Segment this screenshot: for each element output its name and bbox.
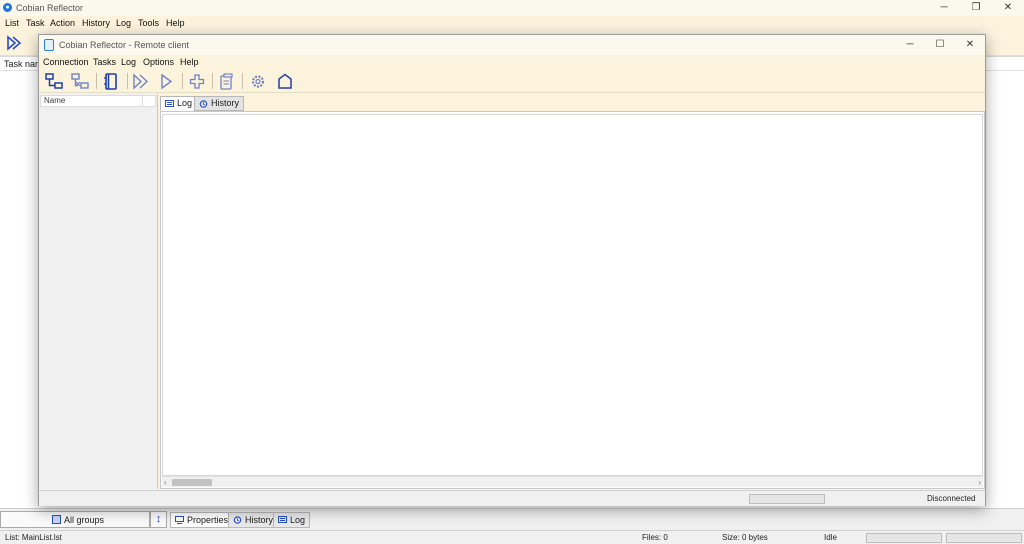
menu-connection[interactable]: Connection (43, 56, 89, 68)
remote-client-window: Cobian Reflector - Remote client ─ ☐ ✕ C… (38, 34, 986, 506)
scroll-right-icon[interactable]: › (978, 477, 981, 488)
connection-status: Disconnected (927, 494, 976, 503)
remote-task-list[interactable]: Name (39, 94, 158, 489)
tab-properties[interactable]: Properties (170, 512, 234, 528)
remote-app-icon (44, 39, 54, 51)
run-all-icon[interactable] (6, 35, 22, 51)
history-icon (199, 100, 208, 108)
menu-options[interactable]: Options (143, 56, 174, 68)
menu-history[interactable]: History (82, 17, 110, 29)
horizontal-scrollbar[interactable]: ‹ › (162, 476, 983, 487)
groups-selector[interactable]: All groups (0, 511, 150, 528)
groups-label: All groups (64, 515, 105, 525)
log-book-icon[interactable] (102, 73, 120, 90)
status-files: Files: 0 (642, 533, 668, 542)
menu-remote-log[interactable]: Log (121, 56, 136, 68)
tab-remote-history-label: History (211, 98, 240, 108)
log-icon (278, 516, 287, 523)
run-all-icon[interactable] (132, 73, 150, 90)
tab-properties-label: Properties (187, 515, 229, 525)
remote-tabs: Log History (160, 94, 985, 111)
clipboard-icon[interactable] (218, 73, 236, 90)
scrollbar-thumb[interactable] (172, 479, 212, 486)
menu-task[interactable]: Task (26, 17, 45, 29)
name-column-header[interactable]: Name (40, 95, 143, 107)
tab-history-label: History (245, 515, 274, 525)
toolbar-separator (212, 73, 213, 89)
menu-log[interactable]: Log (116, 17, 131, 29)
remote-minimize-button[interactable]: ─ (895, 37, 925, 53)
minimize-button[interactable]: ─ (928, 0, 960, 16)
add-task-icon[interactable] (188, 73, 206, 90)
remote-log-panel: ‹ › (160, 111, 985, 489)
status-gauge-2 (946, 533, 1022, 543)
tab-log-label: Log (290, 515, 306, 525)
menu-tools[interactable]: Tools (138, 17, 159, 29)
log-icon (165, 100, 174, 107)
menu-action[interactable]: Action (50, 17, 75, 29)
remote-maximize-button[interactable]: ☐ (925, 37, 955, 53)
remote-statusbar: Disconnected (39, 490, 985, 506)
main-bottom-bar: All groups ↕ Properties History Log (0, 508, 1024, 530)
tab-remote-history[interactable]: History (194, 96, 245, 111)
disconnect-icon[interactable] (71, 73, 89, 90)
toolbar-separator (96, 73, 97, 89)
groups-icon (52, 515, 61, 524)
main-window-title: Cobian Reflector (16, 3, 84, 13)
remote-menubar: Connection Tasks Log Options Help (39, 55, 985, 69)
restore-button[interactable]: ❐ (960, 0, 992, 16)
tab-log[interactable]: Log (273, 512, 311, 528)
remote-toolbar (39, 69, 985, 93)
status-gauge-1 (866, 533, 942, 543)
close-button[interactable]: ✕ (992, 0, 1024, 16)
scroll-left-icon[interactable]: ‹ (164, 477, 167, 488)
remote-progress-gauge (749, 494, 825, 504)
app-logo-icon: ● (3, 3, 12, 12)
toolbar-separator (242, 73, 243, 89)
log-text-area[interactable] (162, 114, 983, 476)
tab-history[interactable]: History (228, 512, 279, 528)
settings-gear-icon[interactable] (249, 73, 267, 90)
toolbar-separator (182, 73, 183, 89)
remote-window-title: Cobian Reflector - Remote client (59, 40, 190, 50)
remote-titlebar: Cobian Reflector - Remote client ─ ☐ ✕ (39, 35, 985, 55)
menu-help[interactable]: Help (166, 17, 185, 29)
extra-column-header[interactable] (143, 95, 156, 107)
main-titlebar: ● Cobian Reflector ─ ❐ ✕ (0, 0, 1024, 16)
menu-remote-help[interactable]: Help (180, 56, 199, 68)
tab-remote-log[interactable]: Log (160, 96, 198, 111)
status-size: Size: 0 bytes (722, 533, 768, 542)
connect-icon[interactable] (45, 73, 63, 90)
status-state: Idle (824, 533, 837, 542)
monitor-icon (175, 516, 184, 524)
tab-remote-log-label: Log (177, 98, 193, 108)
toolbar-separator (127, 73, 128, 89)
main-statusbar: List: MainList.lst Files: 0 Size: 0 byte… (0, 530, 1024, 544)
sort-button[interactable]: ↕ (150, 511, 167, 528)
remote-close-button[interactable]: ✕ (955, 37, 985, 53)
history-icon (233, 516, 242, 524)
menu-tasks[interactable]: Tasks (93, 56, 116, 68)
menu-list[interactable]: List (5, 17, 19, 29)
home-icon[interactable] (276, 73, 294, 90)
main-menubar: List Task Action History Log Tools Help (0, 16, 1024, 30)
status-list: List: MainList.lst (5, 533, 62, 542)
run-selected-icon[interactable] (158, 73, 176, 90)
